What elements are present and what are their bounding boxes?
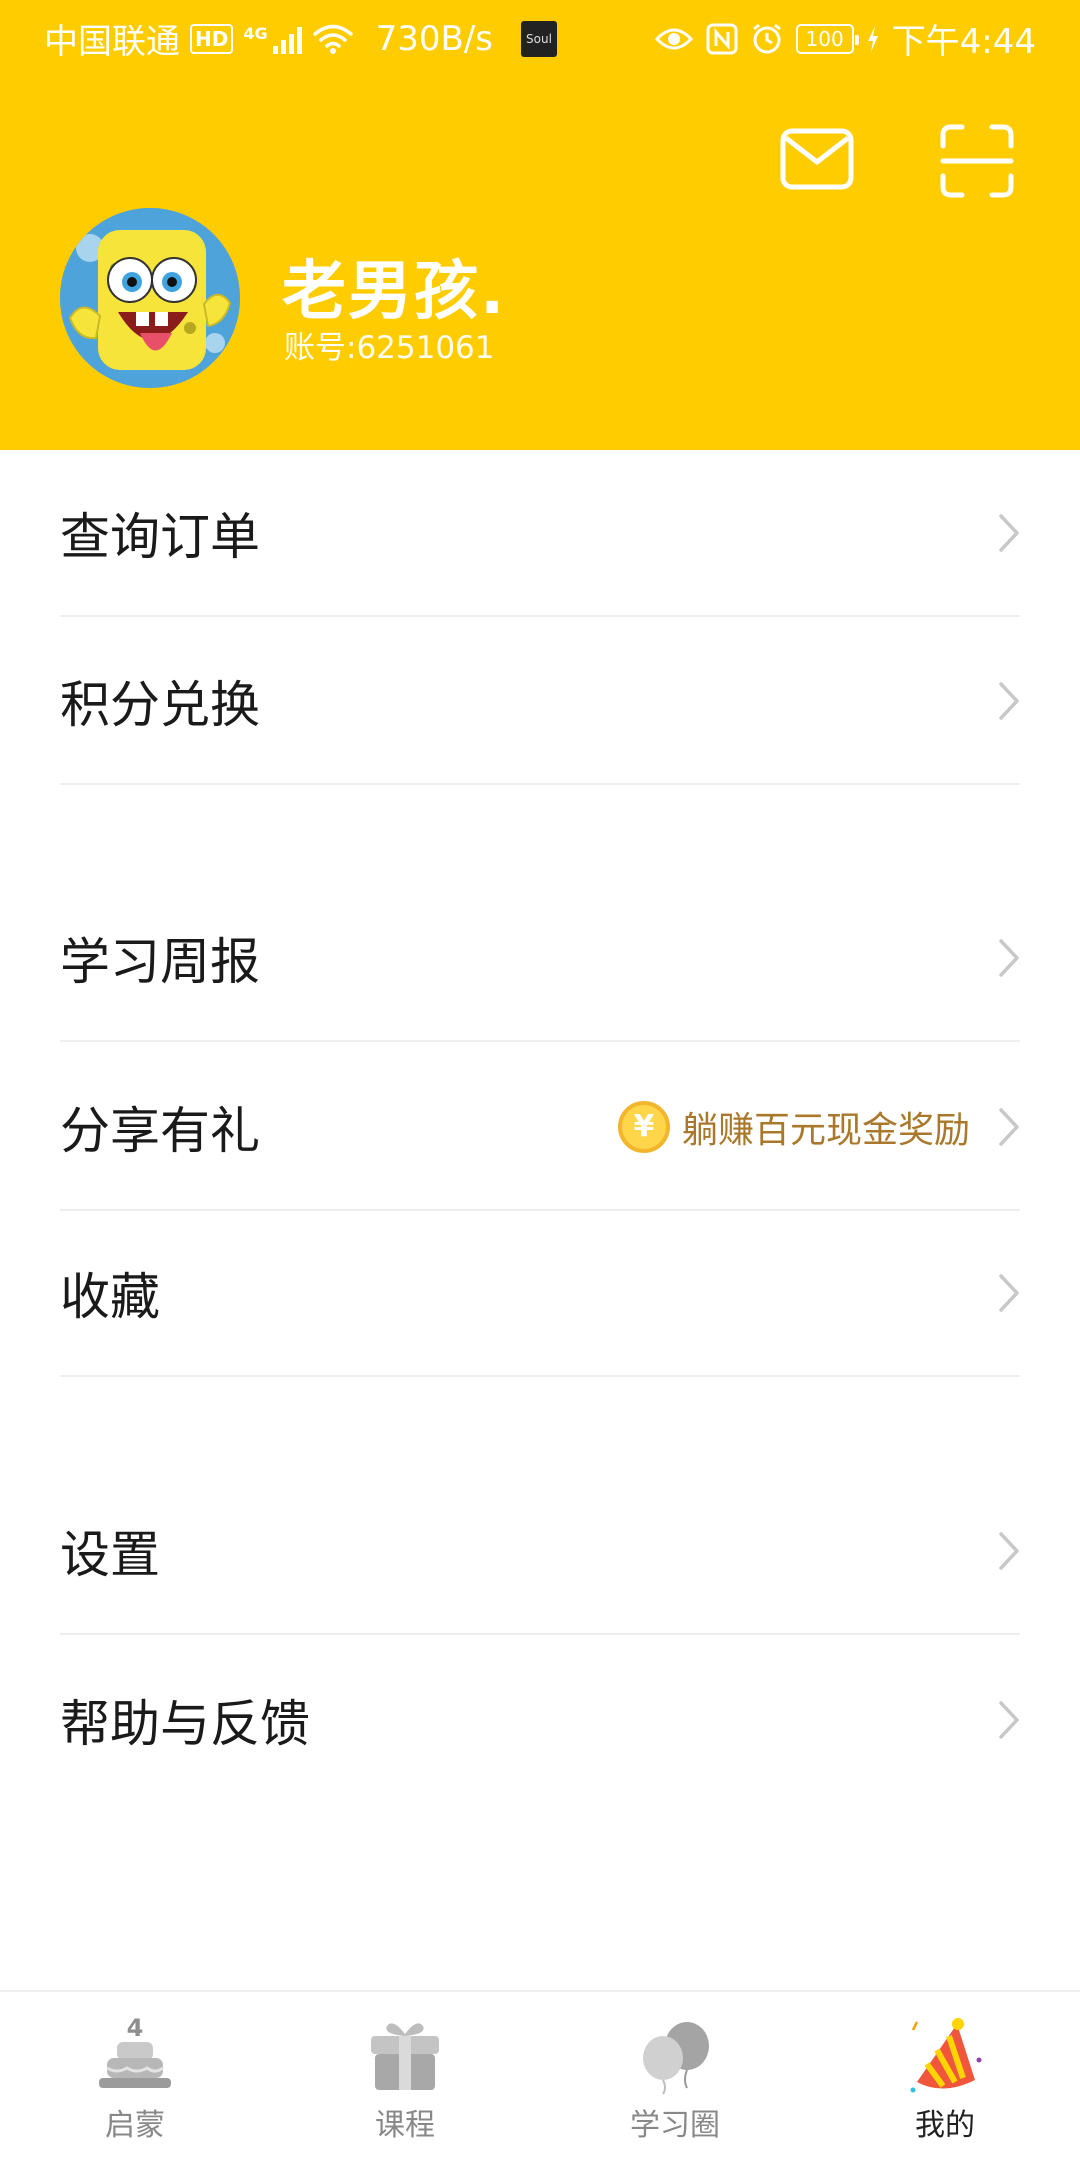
network-type: 4G [243, 23, 268, 43]
menu-right [998, 681, 1020, 721]
chevron-right-icon [999, 1107, 1019, 1146]
menu-item-points[interactable]: 积分兑换 [60, 618, 1020, 785]
chevron-right-icon [999, 1531, 1019, 1570]
charging-icon [867, 25, 878, 52]
chevron-right-icon [999, 1700, 1019, 1739]
share-promo[interactable]: ¥ 躺赚百元现金奖励 [617, 1100, 970, 1153]
status-bar-left: 中国联通 HD 4G 730B/s Soul [44, 14, 557, 63]
bottom-tab-bar: 4 启蒙 课程 学习圈 我的 [0, 1990, 1080, 2160]
gift-icon [371, 2023, 439, 2090]
avatar-image [60, 208, 240, 388]
menu-item-share[interactable]: 分享有礼 ¥ 躺赚百元现金奖励 [60, 1044, 1020, 1211]
chevron-right-icon [999, 1273, 1019, 1312]
menu-item-favorites[interactable]: 收藏 [60, 1210, 1020, 1377]
eye-icon [654, 28, 693, 49]
hd-badge: HD [190, 23, 234, 54]
tab-study-circle[interactable]: 学习圈 [540, 1992, 810, 2160]
carrier-name: 中国联通 [44, 22, 180, 62]
menu-right [998, 938, 1020, 978]
menu-label: 分享有礼 [60, 1101, 260, 1160]
coin-icon: ¥ [617, 1100, 670, 1153]
party-hat-icon [910, 2018, 982, 2093]
status-bar: 中国联通 HD 4G 730B/s Soul 100 下午4:44 [0, 0, 1080, 74]
chevron-right-icon [999, 938, 1019, 977]
signal-icon: 4G [243, 23, 302, 54]
mail-button[interactable] [778, 126, 856, 192]
menu-right [998, 513, 1020, 553]
mail-icon [780, 128, 854, 190]
menu-right [998, 1273, 1020, 1313]
soul-app-icon: Soul [521, 20, 557, 57]
menu-right: ¥ 躺赚百元现金奖励 [617, 1100, 1020, 1153]
scan-icon [940, 124, 1014, 198]
tab-label: 学习圈 [630, 2108, 720, 2143]
cake-badge: 4 [127, 2016, 144, 2042]
scan-button[interactable] [940, 124, 1014, 198]
balloon-icon [643, 2022, 709, 2095]
menu-item-weekly-report[interactable]: 学习周报 [60, 875, 1020, 1042]
clock-time: 下午4:44 [891, 22, 1036, 62]
tab-label: 课程 [375, 2108, 435, 2143]
tab-label: 我的 [915, 2108, 975, 2143]
menu-item-help[interactable]: 帮助与反馈 [60, 1636, 1020, 1803]
wifi-icon [312, 24, 353, 54]
tab-enlightenment[interactable]: 4 启蒙 [0, 1992, 270, 2160]
tab-courses[interactable]: 课程 [270, 1992, 540, 2160]
promo-text: 躺赚百元现金奖励 [681, 1109, 970, 1151]
alarm-icon [752, 23, 781, 53]
menu-label: 学习周报 [60, 932, 260, 991]
menu-label: 设置 [60, 1525, 160, 1584]
cake-icon: 4 [99, 2016, 171, 2088]
tab-label: 启蒙 [105, 2108, 165, 2143]
battery-level: 100 [805, 26, 844, 51]
menu-label: 收藏 [60, 1267, 160, 1326]
menu-item-settings[interactable]: 设置 [60, 1468, 1020, 1635]
status-bar-right: 100 下午4:44 [654, 14, 1036, 63]
user-avatar[interactable] [60, 208, 240, 388]
account-id: 账号:6251061 [284, 330, 495, 366]
profile-header: 中国联通 HD 4G 730B/s Soul 100 下午4:44 老男孩. 账… [0, 0, 1080, 450]
chevron-right-icon [999, 513, 1019, 552]
menu-item-orders[interactable]: 查询订单 [60, 450, 1020, 617]
battery-icon: 100 [795, 23, 859, 54]
network-speed: 730B/s [375, 18, 493, 59]
username: 老男孩. [282, 255, 507, 329]
menu-label: 帮助与反馈 [60, 1694, 310, 1753]
profile-screen: 中国联通 HD 4G 730B/s Soul 100 下午4:44 老男孩. 账… [0, 0, 1080, 2160]
nfc-icon [706, 23, 738, 54]
tab-mine[interactable]: 我的 [810, 1992, 1080, 2160]
menu-label: 查询订单 [60, 507, 260, 566]
menu-label: 积分兑换 [60, 675, 260, 734]
menu-right [998, 1531, 1020, 1571]
chevron-right-icon [999, 681, 1019, 720]
menu-right [998, 1700, 1020, 1740]
